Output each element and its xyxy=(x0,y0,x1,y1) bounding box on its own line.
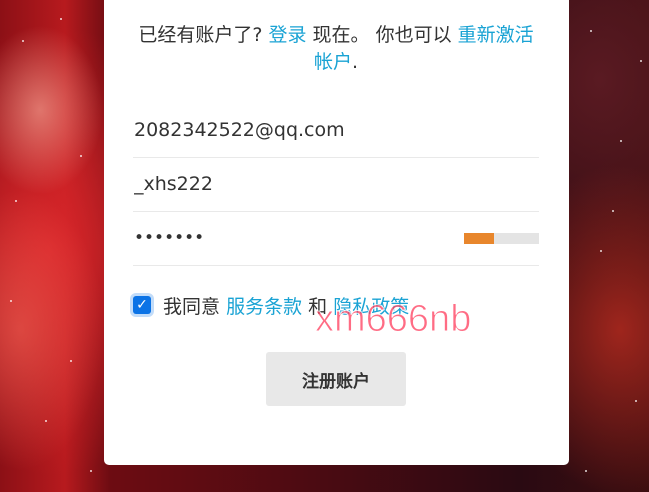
checkmark-icon: ✓ xyxy=(136,297,148,313)
email-input[interactable] xyxy=(133,103,539,157)
password-input[interactable] xyxy=(133,211,453,265)
login-prompt-end: . xyxy=(351,51,359,73)
terms-of-service-link[interactable]: 服务条款 xyxy=(226,292,302,319)
agreement-text: 我同意 xyxy=(163,295,221,318)
privacy-policy-link[interactable]: 隐私政策 xyxy=(333,292,409,319)
username-input[interactable] xyxy=(133,157,539,211)
username-field-row xyxy=(133,157,539,212)
password-field-row xyxy=(133,211,539,266)
register-button[interactable]: 注册账户 xyxy=(266,352,406,406)
password-strength-fill xyxy=(464,233,494,244)
agreement-row: ✓ 我同意 服务条款 和 隐私政策 xyxy=(133,292,409,319)
email-field-row xyxy=(133,103,539,158)
login-link[interactable]: 登录 xyxy=(268,24,306,46)
login-prompt-text: 已经有账户了? xyxy=(138,24,263,46)
login-prompt-middle: 现在。 你也可以 xyxy=(312,24,452,46)
register-card: 已经有账户了? 登录 现在。 你也可以 重新激活帐户. ✓ 我同意 服务条款 和… xyxy=(104,0,569,465)
agreement-and-text: 和 xyxy=(308,295,328,318)
agree-checkbox[interactable]: ✓ xyxy=(133,296,151,314)
password-strength-meter xyxy=(464,233,539,244)
login-prompt: 已经有账户了? 登录 现在。 你也可以 重新激活帐户. xyxy=(130,22,542,76)
